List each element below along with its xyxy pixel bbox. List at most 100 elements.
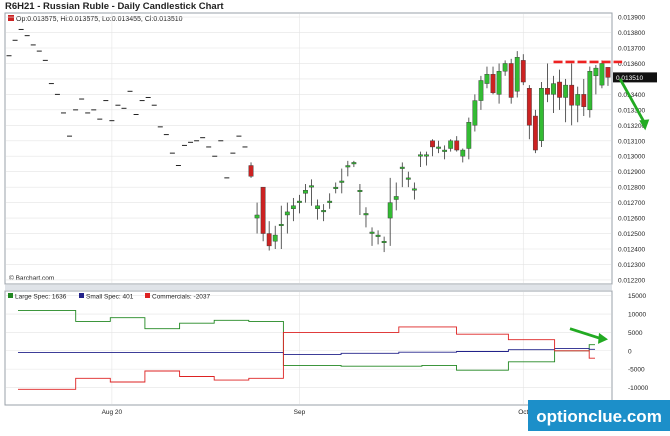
legend-swatch-large-spec xyxy=(8,293,13,298)
cot-tick-label: -10000 xyxy=(628,385,649,392)
legend-commercials: Commercials: -2037 xyxy=(152,294,211,301)
candle-body xyxy=(399,166,405,169)
price-tick-label: 0.012900 xyxy=(618,169,645,176)
date-tick-label: Sep xyxy=(294,409,306,416)
legend-large-spec: Large Spec: 1636 xyxy=(15,294,67,301)
legend-swatch-small-spec xyxy=(79,293,84,298)
cot-tick-label: 5000 xyxy=(628,330,643,337)
price-gridlines xyxy=(6,14,611,283)
candle-body xyxy=(381,241,387,244)
candle-body xyxy=(460,149,466,157)
legend-swatch-commercials xyxy=(145,293,150,298)
candle-body xyxy=(454,140,460,151)
legend-small-spec: Small Spec: 401 xyxy=(86,294,134,301)
candle-body xyxy=(539,88,544,141)
candle-body xyxy=(424,154,429,157)
candle-body xyxy=(587,71,593,111)
cot-tick-label: 15000 xyxy=(628,293,646,300)
candle-body xyxy=(339,180,345,183)
price-tick-label: 0.013800 xyxy=(618,30,645,37)
candle-body xyxy=(405,177,411,180)
candle-body xyxy=(345,165,351,168)
cot-gridlines xyxy=(6,292,611,404)
candle-body xyxy=(303,190,308,194)
candle-body xyxy=(387,202,393,219)
candle-body xyxy=(418,154,423,157)
price-axis-labels: 0.012200 0.012300 0.012400 0.012500 0.012600… xyxy=(618,15,645,285)
candle-body xyxy=(472,100,478,126)
candle-body xyxy=(411,188,417,191)
panel-border-top xyxy=(4,12,613,285)
candle-body xyxy=(442,149,448,152)
candle-body xyxy=(393,196,399,200)
candle-body xyxy=(569,84,575,106)
price-tick-label: 0.012500 xyxy=(618,231,645,238)
candle-body xyxy=(593,67,599,77)
candle-body xyxy=(260,186,266,234)
candle-body xyxy=(599,63,605,86)
chart-window: R6H21 - Russian Ruble - Daily Candlestic… xyxy=(0,0,670,431)
ohlc-swatch xyxy=(8,15,14,21)
cot-tick-label: 0 xyxy=(628,348,632,355)
candle-body xyxy=(514,57,520,92)
candle-body xyxy=(369,231,375,234)
credit-text: © Barchart.com xyxy=(9,274,54,282)
cot-axis-labels: -10000 -5000 0 5000 10000 15000 xyxy=(628,293,649,392)
date-tick-label: Aug 20 xyxy=(102,409,123,416)
candle-body xyxy=(448,140,454,149)
candle-body xyxy=(363,213,369,216)
candle-body xyxy=(321,210,327,213)
candle-body xyxy=(551,83,556,95)
cot-legend: Large Spec: 1636 Small Spec: 401 Commerc… xyxy=(8,293,211,301)
candle-body xyxy=(605,67,611,78)
price-tick-label: 0.012700 xyxy=(618,200,645,207)
date-tick-label: Oct xyxy=(518,409,528,416)
watermark-badge: optionclue.com xyxy=(528,400,670,431)
price-tick-label: 0.012200 xyxy=(618,277,645,284)
cot-tick-label: 10000 xyxy=(628,312,646,319)
watermark-text: optionclue.com xyxy=(536,407,662,426)
candle-body xyxy=(351,162,357,165)
candle-body xyxy=(315,205,320,209)
candle-body xyxy=(290,205,296,209)
price-tick-label: 0.013100 xyxy=(618,138,645,145)
candle-body xyxy=(266,233,272,247)
candle-body xyxy=(297,200,302,203)
candle-body xyxy=(557,81,562,98)
cot-arrow-shaft xyxy=(569,327,603,341)
candlestick-chart-svg: R6H21 - Russian Ruble - Daily Candlestic… xyxy=(4,1,670,431)
price-tick-label: 0.013300 xyxy=(618,107,645,114)
cot-series-line xyxy=(18,326,595,390)
candle-body xyxy=(375,234,381,237)
panel-separator xyxy=(5,285,612,290)
candle-body xyxy=(436,146,441,149)
candle-body xyxy=(478,80,484,101)
cot-arrow-head xyxy=(598,332,608,344)
panel-border-bottom xyxy=(4,290,613,406)
price-tick-label: 0.013700 xyxy=(618,46,645,53)
candle-body xyxy=(466,122,472,149)
price-tick-label: 0.012300 xyxy=(618,262,645,269)
chart-title: R6H21 - Russian Ruble - Daily Candlestic… xyxy=(5,1,224,12)
candle-body xyxy=(490,74,496,94)
candle-body xyxy=(248,165,254,177)
candle-body xyxy=(508,63,514,98)
candle-body xyxy=(278,224,284,226)
price-tick-label: 0.012600 xyxy=(618,216,645,223)
candle-body xyxy=(430,140,435,148)
cot-series-line xyxy=(18,309,595,371)
candle-body xyxy=(532,115,538,151)
candle-body xyxy=(357,190,363,192)
candle-body xyxy=(563,84,569,98)
candle-body xyxy=(502,63,508,72)
candle-body xyxy=(284,211,290,216)
candle-body xyxy=(520,60,526,83)
cot-lines xyxy=(18,309,608,390)
cot-tick-label: -5000 xyxy=(628,367,645,374)
candle-body xyxy=(526,88,532,126)
price-tick-label: 0.013000 xyxy=(618,154,645,161)
candle-body xyxy=(254,214,260,219)
candle-body xyxy=(333,186,339,189)
candle-body xyxy=(496,71,502,95)
price-tick-label: 0.012800 xyxy=(618,185,645,192)
